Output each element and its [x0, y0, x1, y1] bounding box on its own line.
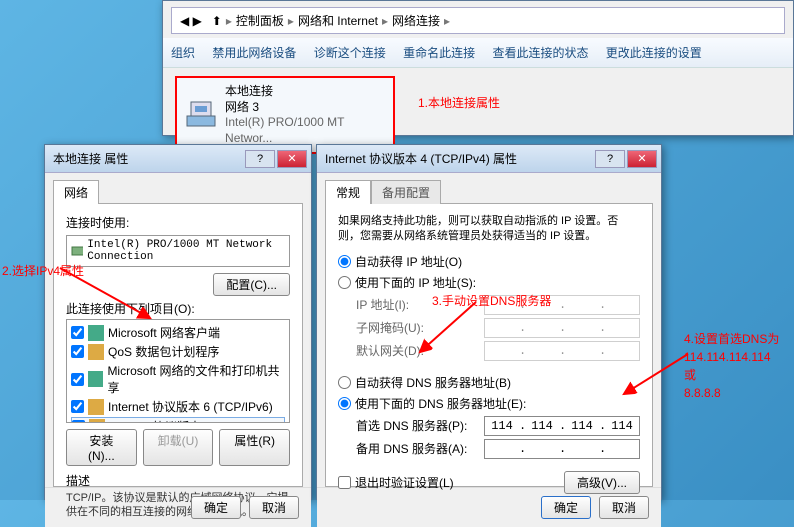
gw-input: ... — [484, 341, 640, 361]
tab-network[interactable]: 网络 — [53, 180, 99, 204]
items-list[interactable]: Microsoft 网络客户端 QoS 数据包计划程序 Microsoft 网络… — [66, 319, 290, 423]
dialog-title: 本地连接 属性 — [49, 150, 245, 167]
radio-manual-dns[interactable] — [338, 397, 351, 410]
annotation-4: 4.设置首选DNS为114.114.114.114或8.8.8.8 — [684, 330, 779, 402]
breadcrumb-icon: ◀ ▶ ⬆ — [180, 14, 222, 28]
conn-adapter: Intel(R) PRO/1000 MT Networ... — [225, 115, 385, 146]
chk-validate[interactable] — [338, 476, 351, 489]
protocol-icon — [88, 399, 104, 415]
help-button[interactable]: ? — [595, 150, 625, 168]
crumb[interactable]: 网络和 Internet — [298, 12, 378, 29]
alt-dns-input[interactable]: ... — [484, 439, 640, 459]
lan-properties-dialog: 本地连接 属性 ?✕ 网络 连接时使用: Intel(R) PRO/1000 M… — [44, 144, 312, 500]
tab-alternate[interactable]: 备用配置 — [371, 180, 441, 204]
network-adapter-icon — [185, 98, 217, 132]
crumb[interactable]: 控制面板 — [236, 12, 284, 29]
chk-fileshare[interactable] — [71, 373, 84, 386]
chk-qos[interactable] — [71, 345, 84, 358]
uninstall-button: 卸载(U) — [143, 429, 214, 466]
close-button[interactable]: ✕ — [627, 150, 657, 168]
install-button[interactable]: 安装(N)... — [66, 429, 137, 466]
close-button[interactable]: ✕ — [277, 150, 307, 168]
breadcrumb[interactable]: ◀ ▶ ⬆ ▸ 控制面板 ▸ 网络和 Internet ▸ 网络连接 ▸ — [171, 7, 785, 34]
tool-organize[interactable]: 组织 — [171, 46, 195, 60]
adapter-field: Intel(R) PRO/1000 MT Network Connection — [66, 235, 290, 267]
conn-name: 本地连接 — [225, 84, 385, 100]
crumb[interactable]: 网络连接 — [392, 12, 440, 29]
mask-input: ... — [484, 318, 640, 338]
ipv4-properties-dialog: Internet 协议版本 4 (TCP/IPv4) 属性 ?✕ 常规备用配置 … — [316, 144, 662, 500]
conn-net: 网络 3 — [225, 100, 385, 116]
component-icon — [88, 344, 104, 360]
radio-auto-dns[interactable] — [338, 376, 351, 389]
annotation-3: 3.手动设置DNS服务器 — [432, 292, 551, 309]
protocol-icon — [89, 419, 105, 424]
chk-msclient[interactable] — [71, 326, 84, 339]
component-icon — [88, 371, 103, 387]
tool-rename[interactable]: 重命名此连接 — [403, 46, 475, 60]
label-connect-using: 连接时使用: — [66, 214, 290, 231]
label-uses: 此连接使用下列项目(O): — [66, 300, 290, 317]
help-button[interactable]: ? — [245, 150, 275, 168]
dialog-title: Internet 协议版本 4 (TCP/IPv4) 属性 — [321, 150, 595, 167]
component-icon — [88, 325, 104, 341]
chk-ipv4[interactable] — [72, 420, 85, 423]
radio-manual-ip[interactable] — [338, 276, 351, 289]
cancel-button[interactable]: 取消 — [599, 496, 649, 519]
explorer-window: ◀ ▶ ⬆ ▸ 控制面板 ▸ 网络和 Internet ▸ 网络连接 ▸ 组织 … — [162, 0, 794, 136]
cancel-button[interactable]: 取消 — [249, 496, 299, 519]
annotation-1: 1.本地连接属性 — [418, 94, 500, 111]
tab-general[interactable]: 常规 — [325, 180, 371, 204]
ok-button[interactable]: 确定 — [541, 496, 591, 519]
chk-ipv6[interactable] — [71, 400, 84, 413]
ok-button[interactable]: 确定 — [191, 496, 241, 519]
tool-status[interactable]: 查看此连接的状态 — [492, 46, 588, 60]
tool-change[interactable]: 更改此连接的设置 — [606, 46, 702, 60]
tool-diagnose[interactable]: 诊断这个连接 — [314, 46, 386, 60]
intro-text: 如果网络支持此功能，则可以获取自动指派的 IP 设置。否则，您需要从网络系统管理… — [338, 214, 640, 245]
configure-button[interactable]: 配置(C)... — [213, 273, 290, 296]
tool-disable[interactable]: 禁用此网络设备 — [212, 46, 296, 60]
advanced-button[interactable]: 高级(V)... — [564, 471, 640, 494]
properties-button[interactable]: 属性(R) — [219, 429, 290, 466]
radio-auto-ip[interactable] — [338, 255, 351, 268]
pref-dns-input[interactable]: 114.114.114.114 — [484, 416, 640, 436]
explorer-toolbar: 组织 禁用此网络设备 诊断这个连接 重命名此连接 查看此连接的状态 更改此连接的… — [163, 38, 793, 68]
nic-icon — [71, 243, 83, 259]
connection-item[interactable]: 本地连接 网络 3 Intel(R) PRO/1000 MT Networ... — [175, 76, 395, 154]
annotation-2: 2.选择IPv4属性 — [2, 262, 84, 279]
